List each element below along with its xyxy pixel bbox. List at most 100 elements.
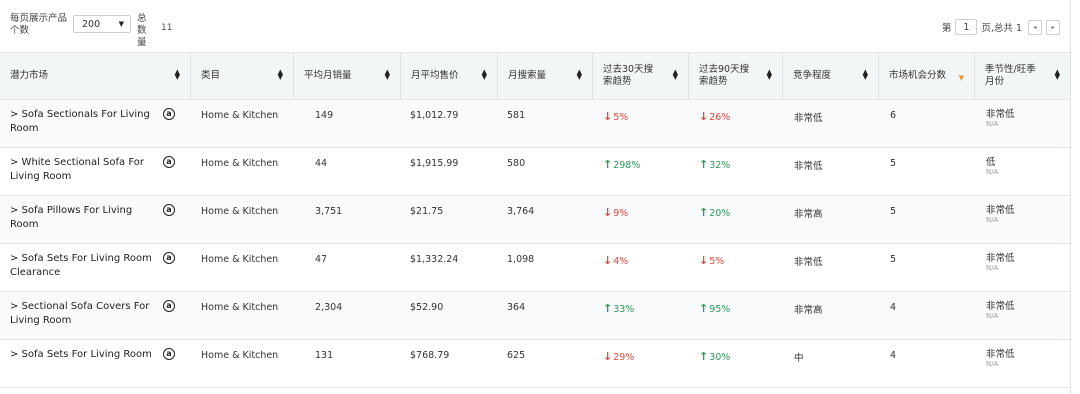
per-page-select[interactable]: 200 ▼ xyxy=(73,15,131,33)
seasonality-cell: 非常低 xyxy=(986,253,1015,264)
sort-icon[interactable]: ▲ ▼ xyxy=(278,69,283,81)
search-volume-cell: 581 xyxy=(507,110,526,121)
competition-cell: 中 xyxy=(794,353,804,364)
header-search-volume[interactable]: 月搜索量 ▲ ▼ xyxy=(497,53,592,99)
header-label: 类目 xyxy=(201,70,221,81)
trend-30-cell: ↓4% xyxy=(603,254,628,267)
prev-page-button[interactable]: ◂ xyxy=(1028,19,1042,35)
trend-90-cell: ↑32% xyxy=(699,158,730,171)
avg-price-cell: $21.75 xyxy=(410,206,444,217)
market-name-link[interactable]: > Sofa Sets For Living Room Clearance xyxy=(10,252,158,280)
avg-sales-cell: 44 xyxy=(315,158,328,169)
table-row[interactable]: > Sofa Pillows For Living Room a Home & Ki… xyxy=(0,196,1070,244)
opportunity-score-cell: 5 xyxy=(890,254,897,265)
avg-sales-cell: 149 xyxy=(315,110,334,121)
trend-90-cell: ↑95% xyxy=(699,302,730,315)
avg-sales-cell: 2,304 xyxy=(315,302,343,313)
page-prefix: 第 xyxy=(941,23,952,34)
trend-value: 20% xyxy=(709,208,731,219)
arrow-up-icon: ↑ xyxy=(603,158,613,171)
amazon-icon[interactable]: a xyxy=(163,300,175,312)
market-name-link[interactable]: > Sofa Sets For Living Room xyxy=(10,348,158,362)
header-competition[interactable]: 竞争程度 ▲ ▼ xyxy=(782,53,878,99)
header-trend-30[interactable]: 过去30天搜索趋势 ▲ ▼ xyxy=(592,53,688,99)
trend-90-cell: ↓5% xyxy=(699,254,724,267)
table-row[interactable]: > Sofa Sectionals For Living Room a Home &… xyxy=(0,100,1070,148)
arrow-up-icon: ↑ xyxy=(699,350,709,363)
table-row[interactable]: > Sectional Sofa Covers For Living Room a… xyxy=(0,292,1070,340)
seasonality-cell: 非常低 xyxy=(986,109,1015,120)
competition-cell: 非常低 xyxy=(794,257,823,268)
sort-icon[interactable]: ▲ ▼ xyxy=(863,69,868,81)
next-page-button[interactable]: ▸ xyxy=(1046,19,1060,35)
header-label: 月平均售价 xyxy=(411,70,459,81)
market-name-link[interactable]: > White Sectional Sofa For Living Room xyxy=(10,156,158,184)
sort-desc-icon[interactable]: ▼ xyxy=(959,72,964,84)
season-month-cell: N/A xyxy=(986,120,999,128)
trend-30-cell: ↑33% xyxy=(603,302,634,315)
search-volume-cell: 1,098 xyxy=(507,254,535,265)
search-volume-cell: 580 xyxy=(507,158,526,169)
trend-value: 5% xyxy=(709,256,725,267)
sort-icon[interactable]: ▲ ▼ xyxy=(482,69,487,81)
trend-30-cell: ↑298% xyxy=(603,158,640,171)
sort-icon[interactable]: ▲ ▼ xyxy=(767,69,772,81)
table-row[interactable]: > White Sectional Sofa For Living Room a H… xyxy=(0,148,1070,196)
avg-sales-cell: 47 xyxy=(315,254,328,265)
market-name-link[interactable]: > Sectional Sofa Covers For Living Room xyxy=(10,300,158,328)
search-volume-cell: 364 xyxy=(507,302,526,313)
sort-icon[interactable]: ▲ ▼ xyxy=(577,69,582,81)
season-month-cell: N/A xyxy=(986,168,999,176)
arrow-up-icon: ↑ xyxy=(699,158,709,171)
page-number-input[interactable]: 1 xyxy=(955,19,978,35)
amazon-icon[interactable]: a xyxy=(163,348,175,360)
header-label: 过去30天搜索趋势 xyxy=(603,64,654,87)
market-name-link[interactable]: > Sofa Sectionals For Living Room xyxy=(10,108,158,136)
header-avg-sales[interactable]: 平均月销量 ▲ ▼ xyxy=(293,53,400,99)
header-label: 潜力市场 xyxy=(10,70,49,81)
table-row[interactable]: > Sofa Sets For Living Room Clearance a Ho… xyxy=(0,244,1070,292)
header-label: 月搜索量 xyxy=(508,70,547,81)
market-table-panel: 每页展示产品个数 200 ▼ 总数量 11 第 1 页,总共 1 ◂ ▸ 潜力市… xyxy=(0,0,1071,394)
arrow-up-icon: ↑ xyxy=(699,206,709,219)
avg-price-cell: $1,915.99 xyxy=(410,158,459,169)
arrow-down-icon: ↓ xyxy=(603,254,613,267)
header-label: 过去90天搜索趋势 xyxy=(699,64,750,87)
amazon-icon[interactable]: a xyxy=(163,108,175,120)
competition-cell: 非常低 xyxy=(794,161,823,172)
opportunity-score-cell: 4 xyxy=(890,302,897,313)
header-category[interactable]: 类目 ▲ ▼ xyxy=(190,53,293,99)
per-page-label: 每页展示产品个数 xyxy=(10,13,68,36)
market-name-link[interactable]: > Sofa Pillows For Living Room xyxy=(10,204,158,232)
header-label: 平均月销量 xyxy=(304,70,352,81)
trend-value: 9% xyxy=(613,208,629,219)
category-cell: Home & Kitchen xyxy=(201,254,279,265)
amazon-icon[interactable]: a xyxy=(163,156,175,168)
header-trend-90[interactable]: 过去90天搜索趋势 ▲ ▼ xyxy=(688,53,782,99)
header-market[interactable]: 潜力市场 ▲ ▼ xyxy=(0,53,190,99)
trend-value: 29% xyxy=(613,352,635,363)
amazon-icon[interactable]: a xyxy=(163,252,175,264)
sort-icon[interactable]: ▲ ▼ xyxy=(385,69,390,81)
competition-cell: 非常高 xyxy=(794,209,823,220)
sort-icon[interactable]: ▲ ▼ xyxy=(673,69,678,81)
opportunity-score-cell: 6 xyxy=(890,110,897,121)
opportunity-score-cell: 5 xyxy=(890,206,897,217)
trend-value: 5% xyxy=(613,112,629,123)
trend-90-cell: ↓26% xyxy=(699,110,730,123)
season-month-cell: N/A xyxy=(986,264,999,272)
trend-90-cell: ↑20% xyxy=(699,206,730,219)
table-row[interactable]: > Sofa Sets For Living Room a Home & Kitch… xyxy=(0,340,1070,388)
category-cell: Home & Kitchen xyxy=(201,206,279,217)
total-label: 总数量 xyxy=(137,13,147,48)
category-cell: Home & Kitchen xyxy=(201,350,279,361)
header-seasonality[interactable]: 季节性/旺季月份 ▲ ▼ xyxy=(974,53,1070,99)
arrow-down-icon: ↓ xyxy=(603,350,613,363)
header-avg-price[interactable]: 月平均售价 ▲ ▼ xyxy=(400,53,497,99)
amazon-icon[interactable]: a xyxy=(163,204,175,216)
sort-icon[interactable]: ▲ ▼ xyxy=(175,69,180,81)
seasonality-cell: 非常低 xyxy=(986,349,1015,360)
header-opportunity-score[interactable]: 市场机会分数 ▼ xyxy=(878,53,974,99)
sort-icon[interactable]: ▲ ▼ xyxy=(1055,69,1060,81)
arrow-down-icon: ↓ xyxy=(699,110,709,123)
